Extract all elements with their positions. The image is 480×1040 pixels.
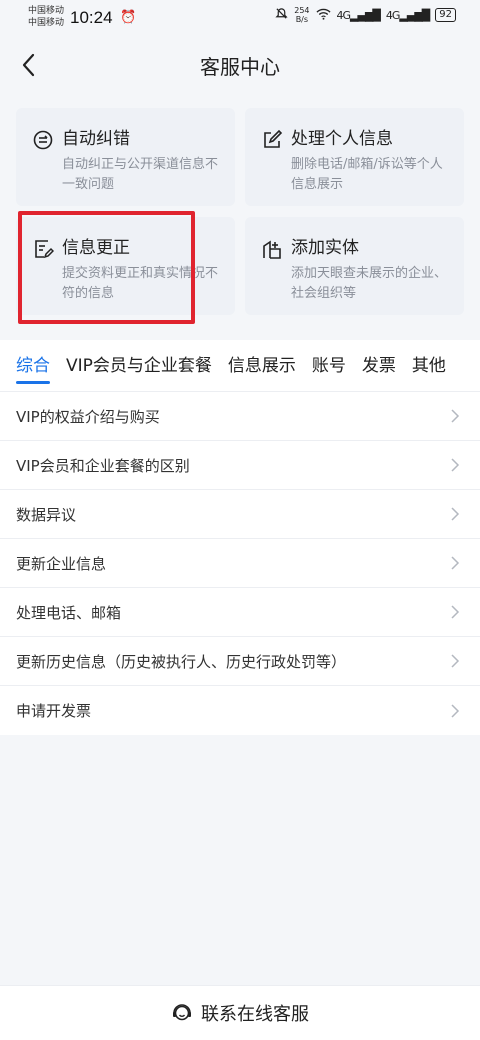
wifi-icon: [315, 8, 331, 23]
status-icons: 254 B/s 4G▂▄▆█ 4G▂▄▆█ 92: [275, 6, 456, 24]
chevron-right-icon: [451, 458, 460, 472]
list-item[interactable]: 处理电话、邮箱: [0, 588, 480, 637]
edit-icon: [264, 129, 283, 148]
card-desc: 添加天眼查未展示的企业、社会组织等: [291, 266, 448, 301]
add-building-icon: [263, 240, 281, 259]
list-item-label: 更新企业信息: [16, 554, 107, 573]
chevron-right-icon: [451, 507, 460, 521]
list-item-label: VIP的权益介绍与购买: [16, 407, 160, 426]
battery-icon: 92: [435, 8, 456, 22]
tab-vip[interactable]: VIP会员与企业套餐: [66, 340, 212, 391]
list-item[interactable]: 申请开发票: [0, 686, 480, 735]
notification-icons: ⏰: [120, 10, 136, 25]
card-title: 处理个人信息: [291, 129, 393, 149]
tab-invoice[interactable]: 发票: [362, 340, 396, 391]
status-bar: 中国移动 中国移动 10:24 ⏰ 254 B/s 4G▂▄▆█ 4G▂▄▆█ …: [0, 0, 480, 36]
list-item-label: 处理电话、邮箱: [16, 603, 122, 622]
chevron-right-icon: [451, 703, 460, 718]
signal-1: 4G▂▄▆█: [336, 8, 381, 22]
list-item[interactable]: 更新企业信息: [0, 539, 480, 588]
list-item-label: VIP会员和企业套餐的区别: [16, 456, 190, 475]
contact-label: 联系在线客服: [201, 1004, 309, 1025]
card-desc: 自动纠正与公开渠道信息不一致问题: [62, 157, 219, 192]
list-item-label: 申请开发票: [16, 702, 92, 720]
carrier-2: 中国移动: [28, 18, 65, 28]
card-title: 添加实体: [291, 238, 359, 258]
net-speed-value: 254: [294, 6, 310, 15]
header: 客服中心: [0, 36, 480, 94]
auto-correct-icon: [33, 130, 53, 150]
tab-info-display[interactable]: 信息展示: [228, 340, 296, 391]
faq-list: VIP的权益介绍与购买 VIP会员和企业套餐的区别 数据异议 更新企业信息 处理…: [0, 392, 480, 735]
list-item-label: 更新历史信息（历史被执行人、历史行政处罚等）: [16, 652, 347, 671]
card-auto-correct[interactable]: 自动纠错 自动纠正与公开渠道信息不一致问题: [16, 108, 235, 206]
card-personal-info[interactable]: 处理个人信息 删除电话/邮箱/诉讼等个人信息展示: [245, 108, 464, 206]
signal-1-label: 4G: [336, 8, 351, 22]
card-add-entity[interactable]: 添加实体 添加天眼查未展示的企业、社会组织等: [245, 217, 464, 315]
signal-2-label: 4G: [385, 8, 400, 22]
contact-online-service-button[interactable]: 联系在线客服: [0, 985, 480, 1040]
net-speed: 254 B/s: [294, 6, 309, 24]
chevron-right-icon: [451, 605, 460, 619]
chevron-right-icon: [451, 654, 460, 668]
mute-icon: [275, 7, 288, 23]
tab-account[interactable]: 账号: [312, 340, 346, 391]
net-speed-unit: B/s: [295, 15, 309, 24]
list-item[interactable]: 更新历史信息（历史被执行人、历史行政处罚等）: [0, 637, 480, 686]
chevron-right-icon: [451, 409, 460, 423]
carrier-names: 中国移动 中国移动: [28, 5, 64, 29]
carrier-1: 中国移动: [28, 6, 65, 16]
category-tabs: 综合 VIP会员与企业套餐 信息展示 账号 发票 其他: [0, 340, 480, 392]
alarm-icon: ⏰: [120, 10, 137, 25]
highlight-box: [18, 211, 195, 324]
card-title: 自动纠错: [62, 129, 130, 149]
chevron-right-icon: [451, 556, 460, 570]
card-desc: 删除电话/邮箱/诉讼等个人信息展示: [291, 157, 443, 192]
list-item[interactable]: VIP会员和企业套餐的区别: [0, 441, 480, 490]
clock: 10:24: [70, 8, 113, 27]
page-title: 客服中心: [200, 55, 280, 79]
customer-service-icon: [173, 1004, 191, 1021]
signal-2: 4G▂▄▆█: [385, 8, 430, 22]
tab-other[interactable]: 其他: [412, 340, 446, 391]
list-item-label: 数据异议: [16, 505, 77, 524]
list-item[interactable]: 数据异议: [0, 490, 480, 539]
list-item[interactable]: VIP的权益介绍与购买: [0, 392, 480, 441]
tab-general[interactable]: 综合: [16, 340, 50, 391]
